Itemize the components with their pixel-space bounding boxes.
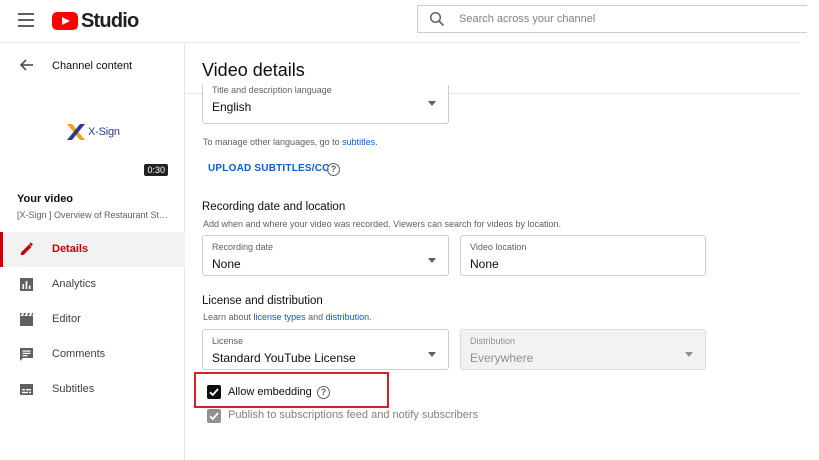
sidebar-item-label: Subtitles (52, 383, 95, 395)
helper-text: . (369, 312, 372, 322)
sidebar-item-analytics[interactable]: Analytics (0, 267, 185, 302)
thumbnail-brand-text: X-Sign (88, 126, 120, 138)
field-value: English (212, 100, 252, 114)
sidebar-item-editor[interactable]: Editor (0, 302, 185, 337)
helper-text: Learn about (203, 312, 254, 322)
dropdown-arrow-icon (428, 258, 436, 263)
youtube-play-icon (52, 12, 78, 30)
distribution-select: Distribution Everywhere (460, 329, 706, 370)
analytics-icon (20, 278, 33, 291)
license-helper-text: Learn about license types and distributi… (203, 312, 372, 322)
sidebar-item-label: Editor (52, 313, 81, 325)
publish-feed-label: Publish to subscriptions feed and notify… (228, 409, 479, 421)
hamburger-menu-icon[interactable] (18, 13, 34, 27)
subtitles-icon (20, 384, 33, 395)
highlight-box (194, 372, 389, 408)
field-value: None (212, 257, 241, 271)
dropdown-arrow-icon (685, 352, 693, 357)
main-content: Video details Title and description lang… (186, 44, 800, 460)
video-title: [X-Sign ] Overview of Restaurant Sta... (17, 210, 169, 220)
pencil-icon (21, 242, 33, 255)
arrow-back-icon[interactable] (20, 58, 34, 72)
manage-languages-text: To manage other languages, go to subtitl… (203, 137, 378, 147)
field-label: Title and description language (212, 85, 332, 95)
recording-helper-text: Add when and where your video was record… (203, 219, 562, 229)
sidebar: Channel content X-Sign 0:30 Your video [… (0, 44, 185, 460)
xsign-logo-icon (67, 124, 85, 140)
sidebar-item-subtitles[interactable]: Subtitles (0, 372, 185, 407)
subtitles-link[interactable]: subtitles (342, 137, 375, 147)
license-section-title: License and distribution (202, 295, 323, 307)
clapperboard-icon (20, 313, 33, 326)
sidebar-item-label: Comments (52, 348, 106, 360)
back-label: Channel content (52, 60, 133, 72)
logo-text: Studio (81, 9, 139, 32)
search-input[interactable] (459, 13, 759, 25)
recording-date-select[interactable]: Recording date None (202, 235, 449, 276)
page-title: Video details (202, 60, 305, 80)
license-select[interactable]: License Standard YouTube License (202, 329, 449, 370)
field-label: Video location (470, 242, 527, 252)
field-value: Standard YouTube License (212, 351, 356, 365)
dropdown-arrow-icon (428, 352, 436, 357)
search-bar[interactable] (417, 5, 807, 33)
dropdown-arrow-icon (428, 101, 436, 106)
sidebar-item-label: Analytics (52, 278, 97, 290)
sidebar-item-label: Details (52, 243, 89, 255)
helper-text: . (375, 137, 378, 147)
sidebar-nav: Details Analytics Editor Comments Subtit… (0, 232, 185, 407)
helper-text: To manage other languages, go to (203, 137, 343, 147)
helper-text: and (305, 312, 326, 322)
help-icon[interactable]: ? (327, 163, 340, 176)
video-location-field[interactable]: Video location None (460, 235, 706, 276)
license-types-link[interactable]: license types (254, 312, 306, 322)
field-label: Recording date (212, 242, 274, 252)
duration-badge: 0:30 (144, 164, 168, 176)
language-select[interactable]: Title and description language English (202, 85, 449, 124)
checkmark-icon (209, 412, 219, 421)
video-thumbnail[interactable]: X-Sign 0:30 (17, 102, 169, 176)
upload-subtitles-button[interactable]: UPLOAD SUBTITLES/CC (208, 163, 330, 174)
field-value: None (470, 257, 499, 271)
field-label: License (212, 336, 244, 346)
field-value: Everywhere (470, 351, 534, 365)
top-header: Studio (0, 0, 807, 43)
field-label: Distribution (470, 336, 516, 346)
back-to-channel-content[interactable]: Channel content (0, 44, 185, 86)
publish-feed-checkbox (207, 409, 221, 423)
your-video-heading: Your video (17, 193, 74, 205)
recording-section-title: Recording date and location (202, 201, 346, 213)
distribution-link[interactable]: distribution (326, 312, 370, 322)
search-icon[interactable] (429, 11, 445, 27)
studio-logo[interactable]: Studio (52, 9, 139, 32)
sidebar-item-comments[interactable]: Comments (0, 337, 185, 372)
comment-icon (20, 348, 33, 361)
xsign-logo: X-Sign (67, 124, 120, 140)
sidebar-item-details[interactable]: Details (0, 232, 185, 267)
